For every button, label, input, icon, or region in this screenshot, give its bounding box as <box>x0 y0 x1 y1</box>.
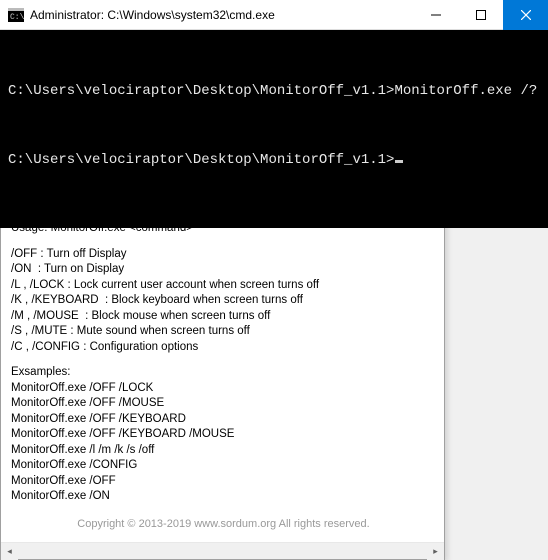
example-6: MonitorOff.exe /CONFIG <box>11 458 436 474</box>
opt-on: /ON : Turn on Display <box>11 262 436 278</box>
minimize-button[interactable] <box>413 0 458 30</box>
svg-text:C:\: C:\ <box>10 13 24 22</box>
horizontal-scrollbar[interactable]: ◂ ▸ <box>1 542 444 559</box>
text-cursor <box>395 160 403 163</box>
info-dialog: Sordum Monitor Off v1.1 - Command Line I… <box>0 184 445 560</box>
opt-config: /C , /CONFIG : Configuration options <box>11 340 436 356</box>
opt-off: /OFF : Turn off Display <box>11 247 436 263</box>
examples-block: Exsamples: MonitorOff.exe /OFF /LOCK Mon… <box>11 365 436 505</box>
maximize-button[interactable] <box>458 0 503 30</box>
example-8: MonitorOff.exe /ON <box>11 489 436 505</box>
example-1: MonitorOff.exe /OFF /LOCK <box>11 381 436 397</box>
copyright-text: Copyright © 2013-2019 www.sordum.org All… <box>11 517 436 532</box>
cmd-titlebar[interactable]: C:\ Administrator: C:\Windows\system32\c… <box>0 0 548 30</box>
opt-mute: /S , /MUTE : Mute sound when screen turn… <box>11 324 436 340</box>
example-3: MonitorOff.exe /OFF /KEYBOARD <box>11 412 436 428</box>
example-2: MonitorOff.exe /OFF /MOUSE <box>11 396 436 412</box>
scroll-left-button[interactable]: ◂ <box>1 543 18 560</box>
cmd-line-1: C:\Users\velociraptor\Desktop\MonitorOff… <box>8 82 540 100</box>
cmd-window: C:\ Administrator: C:\Windows\system32\c… <box>0 0 548 177</box>
opt-lock: /L , /LOCK : Lock current user account w… <box>11 278 436 294</box>
dialog-body: Usage: MonitorOff.exe <command> /OFF : T… <box>1 213 444 542</box>
close-button[interactable] <box>503 0 548 30</box>
cmd-title: Administrator: C:\Windows\system32\cmd.e… <box>30 8 275 22</box>
scroll-right-button[interactable]: ▸ <box>427 543 444 560</box>
cmd-icon: C:\ <box>8 8 24 22</box>
cmd-line-2: C:\Users\velociraptor\Desktop\MonitorOff… <box>8 151 540 169</box>
opt-mouse: /M , /MOUSE : Block mouse when screen tu… <box>11 309 436 325</box>
example-5: MonitorOff.exe /l /m /k /s /off <box>11 443 436 459</box>
example-7: MonitorOff.exe /OFF <box>11 474 436 490</box>
options-list: /OFF : Turn off Display /ON : Turn on Di… <box>11 247 436 356</box>
example-4: MonitorOff.exe /OFF /KEYBOARD /MOUSE <box>11 427 436 443</box>
opt-keyboard: /K , /KEYBOARD : Block keyboard when scr… <box>11 293 436 309</box>
examples-header: Exsamples: <box>11 365 436 381</box>
cmd-body[interactable]: C:\Users\velociraptor\Desktop\MonitorOff… <box>0 30 548 228</box>
